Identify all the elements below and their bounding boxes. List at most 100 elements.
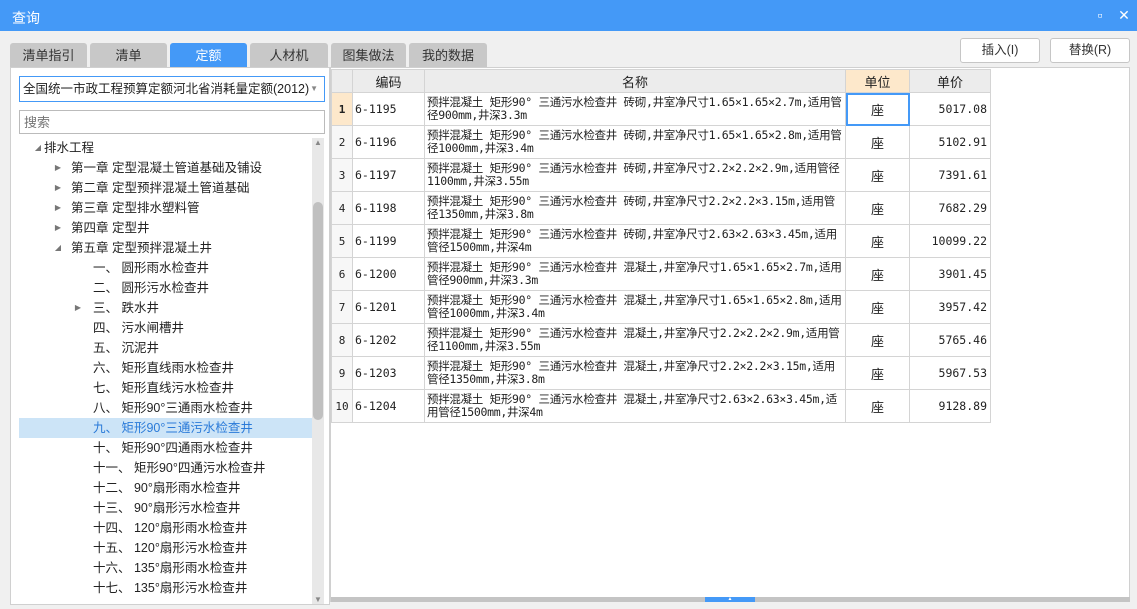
price-cell[interactable]: 5765.46 <box>909 323 991 357</box>
header-unit[interactable]: 单位 <box>845 69 910 93</box>
tab-my-data[interactable]: 我的数据 <box>409 43 487 68</box>
table-row[interactable]: 2 6-1196 预拌混凝土 矩形90° 三通污水检查井 砖砌,井室净尺寸1.65×… <box>331 125 991 159</box>
price-cell[interactable]: 7682.29 <box>909 191 991 225</box>
unit-cell[interactable]: 座 <box>845 125 910 159</box>
code-cell[interactable]: 6-1199 <box>352 224 425 258</box>
tree-node[interactable]: ▶ 第二章 定型预拌混凝土管道基础 <box>19 178 312 198</box>
tree-node[interactable]: 九、 矩形90°三通污水检查井 <box>19 418 312 438</box>
library-select[interactable]: 全国统一市政工程预算定额河北省消耗量定额(2012) ▼ <box>19 76 325 102</box>
tree-node[interactable]: 六、 矩形直线雨水检查井 <box>19 358 312 378</box>
price-cell[interactable]: 5102.91 <box>909 125 991 159</box>
code-cell[interactable]: 6-1204 <box>352 389 425 423</box>
tree-node[interactable]: 十四、 120°扇形雨水检查井 <box>19 518 312 538</box>
table-row[interactable]: 7 6-1201 预拌混凝土 矩形90° 三通污水检查井 混凝土,井室净尺寸1.65… <box>331 290 991 324</box>
code-cell[interactable]: 6-1197 <box>352 158 425 192</box>
header-name[interactable]: 名称 <box>424 69 846 93</box>
name-cell[interactable]: 预拌混凝土 矩形90° 三通污水检查井 混凝土,井室净尺寸2.2×2.2×3.1… <box>424 356 846 390</box>
row-number[interactable]: 9 <box>331 356 353 390</box>
tree-node[interactable]: ▶ 三、 跌水井 <box>19 298 312 318</box>
tab-bill[interactable]: 清单 <box>90 43 167 68</box>
table-row[interactable]: 9 6-1203 预拌混凝土 矩形90° 三通污水检查井 混凝土,井室净尺寸2.2×… <box>331 356 991 390</box>
table-row[interactable]: 8 6-1202 预拌混凝土 矩形90° 三通污水检查井 混凝土,井室净尺寸2.2×… <box>331 323 991 357</box>
code-cell[interactable]: 6-1195 <box>352 92 425 126</box>
tree-node[interactable]: ▶ 第一章 定型混凝土管道基础及铺设 <box>19 158 312 178</box>
row-number[interactable]: 8 <box>331 323 353 357</box>
row-number[interactable]: 4 <box>331 191 353 225</box>
name-cell[interactable]: 预拌混凝土 矩形90° 三通污水检查井 混凝土,井室净尺寸2.2×2.2×2.9… <box>424 323 846 357</box>
row-number[interactable]: 10 <box>331 389 353 423</box>
price-cell[interactable]: 3901.45 <box>909 257 991 291</box>
code-cell[interactable]: 6-1200 <box>352 257 425 291</box>
tree-node[interactable]: 十、 矩形90°四通雨水检查井 <box>19 438 312 458</box>
collapse-triangle-icon[interactable]: ▶ <box>53 178 63 198</box>
tree-node[interactable]: 五、 沉泥井 <box>19 338 312 358</box>
tree-node[interactable]: ◢ 排水工程 <box>19 138 312 158</box>
name-cell[interactable]: 预拌混凝土 矩形90° 三通污水检查井 砖砌,井室净尺寸1.65×1.65×2.… <box>424 125 846 159</box>
expand-triangle-icon[interactable]: ◢ <box>33 138 43 158</box>
tree-node[interactable]: 十五、 120°扇形污水检查井 <box>19 538 312 558</box>
row-number[interactable]: 6 <box>331 257 353 291</box>
row-number[interactable]: 1 <box>331 92 353 126</box>
tab-labor-material-machine[interactable]: 人材机 <box>250 43 328 68</box>
expand-triangle-icon[interactable]: ◢ <box>53 238 63 258</box>
tree-node[interactable]: 四、 污水闸槽井 <box>19 318 312 338</box>
tree-node[interactable]: 一、 圆形雨水检查井 <box>19 258 312 278</box>
unit-cell[interactable]: 座 <box>845 257 910 291</box>
name-cell[interactable]: 预拌混凝土 矩形90° 三通污水检查井 混凝土,井室净尺寸1.65×1.65×2… <box>424 290 846 324</box>
unit-cell[interactable]: 座 <box>845 92 910 126</box>
unit-cell[interactable]: 座 <box>845 290 910 324</box>
scroll-up-icon[interactable]: ▲ <box>312 138 324 147</box>
unit-cell[interactable]: 座 <box>845 323 910 357</box>
search-input[interactable] <box>19 110 325 134</box>
name-cell[interactable]: 预拌混凝土 矩形90° 三通污水检查井 混凝土,井室净尺寸2.63×2.63×3… <box>424 389 846 423</box>
tree-node[interactable]: 七、 矩形直线污水检查井 <box>19 378 312 398</box>
scrollbar-thumb[interactable] <box>313 202 323 420</box>
table-row[interactable]: 4 6-1198 预拌混凝土 矩形90° 三通污水检查井 砖砌,井室净尺寸2.2×2… <box>331 191 991 225</box>
unit-cell[interactable]: 座 <box>845 224 910 258</box>
collapse-triangle-icon[interactable]: ▶ <box>53 198 63 218</box>
tree-node[interactable]: 十三、 90°扇形污水检查井 <box>19 498 312 518</box>
scroll-down-icon[interactable]: ▼ <box>312 595 324 604</box>
table-row[interactable]: 3 6-1197 预拌混凝土 矩形90° 三通污水检查井 砖砌,井室净尺寸2.2×2… <box>331 158 991 192</box>
tab-quota[interactable]: 定额 <box>170 43 247 68</box>
row-number[interactable]: 7 <box>331 290 353 324</box>
code-cell[interactable]: 6-1196 <box>352 125 425 159</box>
code-cell[interactable]: 6-1202 <box>352 323 425 357</box>
close-icon[interactable]: ✕ <box>1116 7 1132 23</box>
price-cell[interactable]: 3957.42 <box>909 290 991 324</box>
name-cell[interactable]: 预拌混凝土 矩形90° 三通污水检查井 砖砌,井室净尺寸2.2×2.2×2.9m… <box>424 158 846 192</box>
replace-button[interactable]: 替换(R) <box>1050 38 1130 63</box>
maximize-icon[interactable]: ▫ <box>1092 7 1108 23</box>
tab-bill-guide[interactable]: 清单指引 <box>10 43 87 68</box>
insert-button[interactable]: 插入(I) <box>960 38 1040 63</box>
tree-node[interactable]: 十二、 90°扇形雨水检查井 <box>19 478 312 498</box>
header-code[interactable]: 编码 <box>352 69 425 93</box>
unit-cell[interactable]: 座 <box>845 389 910 423</box>
unit-cell[interactable]: 座 <box>845 356 910 390</box>
code-cell[interactable]: 6-1203 <box>352 356 425 390</box>
tree-node[interactable]: ▶ 第四章 定型井 <box>19 218 312 238</box>
row-number[interactable]: 3 <box>331 158 353 192</box>
name-cell[interactable]: 预拌混凝土 矩形90° 三通污水检查井 砖砌,井室净尺寸1.65×1.65×2.… <box>424 92 846 126</box>
table-row[interactable]: 10 6-1204 预拌混凝土 矩形90° 三通污水检查井 混凝土,井室净尺寸2.6… <box>331 389 991 423</box>
collapse-triangle-icon[interactable]: ▶ <box>53 218 63 238</box>
price-cell[interactable]: 10099.22 <box>909 224 991 258</box>
tree-scrollbar[interactable]: ▲ ▼ <box>312 138 324 604</box>
collapse-triangle-icon[interactable]: ▶ <box>73 298 83 318</box>
tree-node[interactable]: ◢ 第五章 定型预拌混凝土井 <box>19 238 312 258</box>
tab-atlas-method[interactable]: 图集做法 <box>331 43 406 68</box>
name-cell[interactable]: 预拌混凝土 矩形90° 三通污水检查井 砖砌,井室净尺寸2.63×2.63×3.… <box>424 224 846 258</box>
table-row[interactable]: 5 6-1199 预拌混凝土 矩形90° 三通污水检查井 砖砌,井室净尺寸2.63×… <box>331 224 991 258</box>
row-number[interactable]: 5 <box>331 224 353 258</box>
price-cell[interactable]: 7391.61 <box>909 158 991 192</box>
name-cell[interactable]: 预拌混凝土 矩形90° 三通污水检查井 混凝土,井室净尺寸1.65×1.65×2… <box>424 257 846 291</box>
unit-cell[interactable]: 座 <box>845 191 910 225</box>
code-cell[interactable]: 6-1198 <box>352 191 425 225</box>
price-cell[interactable]: 9128.89 <box>909 389 991 423</box>
tree-node[interactable]: 十六、 135°扇形雨水检查井 <box>19 558 312 578</box>
tree-node[interactable]: 八、 矩形90°三通雨水检查井 <box>19 398 312 418</box>
name-cell[interactable]: 预拌混凝土 矩形90° 三通污水检查井 砖砌,井室净尺寸2.2×2.2×3.15… <box>424 191 846 225</box>
table-row[interactable]: 1 6-1195 预拌混凝土 矩形90° 三通污水检查井 砖砌,井室净尺寸1.65×… <box>331 92 991 126</box>
table-row[interactable]: 6 6-1200 预拌混凝土 矩形90° 三通污水检查井 混凝土,井室净尺寸1.65… <box>331 257 991 291</box>
tree-node[interactable]: 十一、 矩形90°四通污水检查井 <box>19 458 312 478</box>
